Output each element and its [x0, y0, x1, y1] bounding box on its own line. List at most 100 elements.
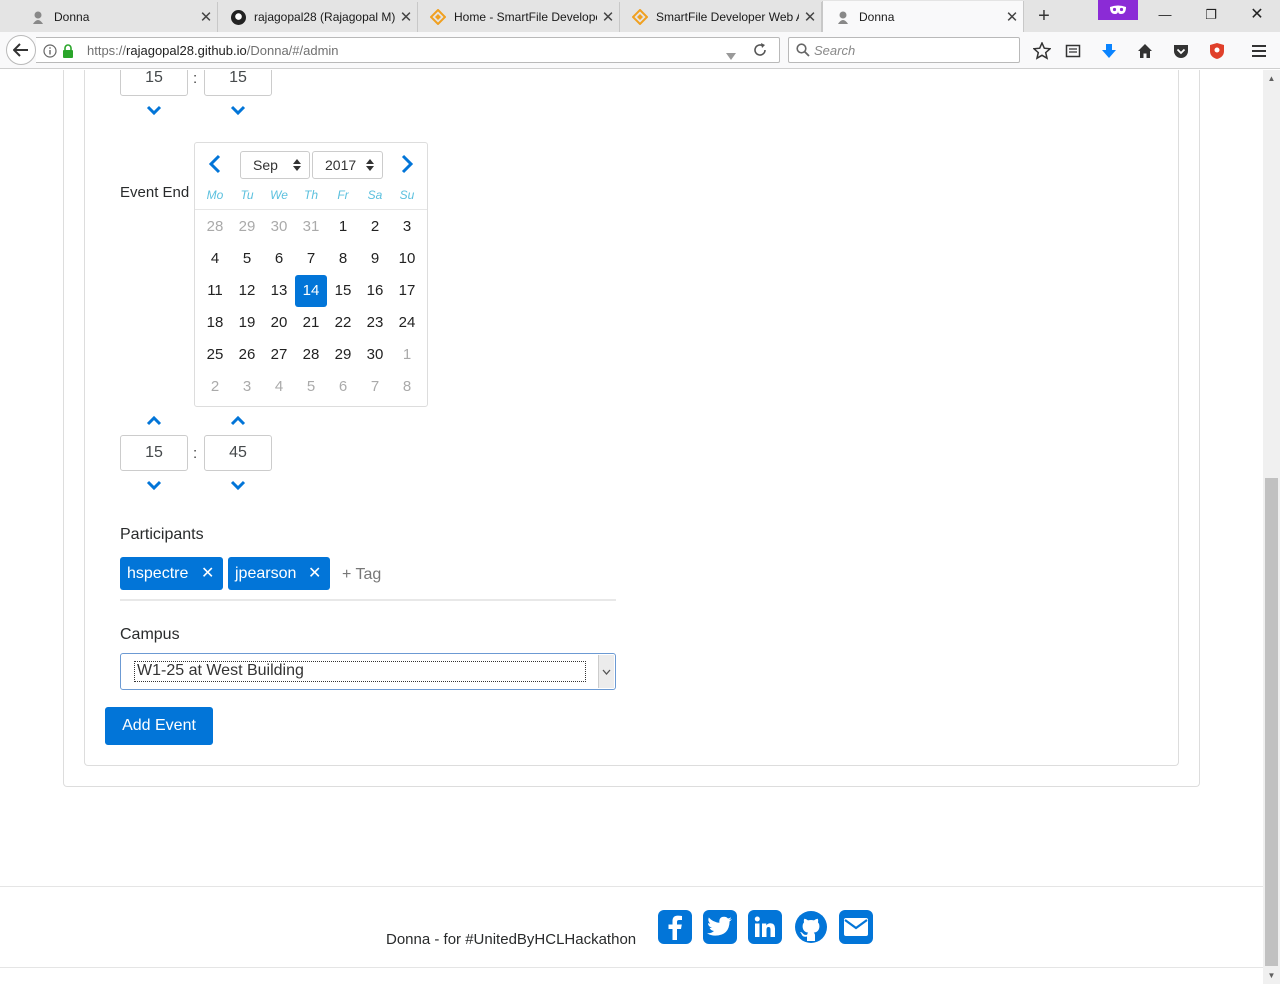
calendar-day[interactable]: 28 [199, 211, 231, 243]
chevron-down-icon[interactable] [230, 104, 246, 116]
calendar-day[interactable]: 4 [199, 243, 231, 275]
calendar-day[interactable]: 17 [391, 275, 423, 307]
calendar-day[interactable]: 28 [295, 339, 327, 371]
calendar-day[interactable]: 9 [359, 243, 391, 275]
calendar-day[interactable]: 5 [231, 243, 263, 275]
close-icon[interactable]: ✕ [1001, 8, 1023, 26]
twitter-icon[interactable] [703, 910, 737, 944]
start-minute-input[interactable]: 15 [204, 70, 272, 96]
calendar-day[interactable]: 24 [391, 307, 423, 339]
month-select[interactable]: Sep [240, 151, 310, 179]
calendar-day[interactable]: 10 [391, 243, 423, 275]
scroll-up-arrow[interactable]: ▲ [1263, 70, 1280, 87]
email-icon[interactable] [839, 910, 873, 944]
calendar-day-selected[interactable]: 14 [295, 275, 327, 307]
linkedin-icon[interactable] [748, 910, 782, 944]
calendar-day[interactable]: 23 [359, 307, 391, 339]
tab-smartfile-home[interactable]: Home - SmartFile Developer ✕ [418, 2, 620, 32]
close-icon[interactable]: ✕ [799, 8, 821, 26]
chevron-up-icon[interactable] [230, 415, 246, 427]
calendar-day[interactable]: 1 [327, 211, 359, 243]
scroll-down-arrow[interactable]: ▼ [1263, 967, 1280, 984]
tag-input[interactable]: + Tag [342, 566, 381, 584]
calendar-day[interactable]: 5 [295, 371, 327, 403]
search-input[interactable]: Search [788, 37, 1020, 63]
scrollbar-thumb[interactable] [1265, 478, 1278, 966]
restore-button[interactable]: ❐ [1188, 0, 1234, 30]
calendar-day[interactable]: 6 [327, 371, 359, 403]
calendar-day[interactable]: 22 [327, 307, 359, 339]
calendar-day[interactable]: 11 [199, 275, 231, 307]
calendar-day[interactable]: 6 [263, 243, 295, 275]
close-icon[interactable]: ✕ [195, 8, 217, 26]
calendar-day[interactable]: 30 [263, 211, 295, 243]
close-icon[interactable]: ✕ [597, 8, 619, 26]
calendar-day[interactable]: 21 [295, 307, 327, 339]
chevron-right-icon[interactable] [395, 153, 417, 175]
calendar-day[interactable]: 4 [263, 371, 295, 403]
url-bar[interactable]: https://rajagopal28.github.io/Donna/#/ad… [36, 37, 780, 63]
chevron-down-icon[interactable] [146, 479, 162, 491]
back-button[interactable] [6, 35, 36, 65]
bookmark-star-icon[interactable] [1031, 40, 1053, 62]
calendar-day[interactable]: 18 [199, 307, 231, 339]
github-icon[interactable] [794, 910, 828, 944]
reload-icon[interactable] [752, 42, 768, 63]
new-tab-button[interactable]: + [1032, 4, 1056, 28]
minimize-button[interactable]: — [1142, 0, 1188, 30]
menu-icon[interactable] [1248, 40, 1270, 62]
chevron-down-icon[interactable] [146, 104, 162, 116]
calendar-day[interactable]: 30 [359, 339, 391, 371]
reading-list-icon[interactable] [1062, 40, 1084, 62]
calendar-day[interactable]: 7 [295, 243, 327, 275]
tab-github[interactable]: rajagopal28 (Rajagopal M) ✕ [218, 2, 418, 32]
chevron-up-icon[interactable] [146, 415, 162, 427]
calendar-day[interactable]: 19 [231, 307, 263, 339]
calendar-day[interactable]: 8 [327, 243, 359, 275]
calendar-day[interactable]: 16 [359, 275, 391, 307]
dropdown-button[interactable] [598, 655, 614, 688]
calendar-day[interactable]: 27 [263, 339, 295, 371]
weekday-header: Th [303, 188, 318, 202]
remove-tag-icon[interactable]: ✕ [201, 557, 214, 590]
start-hour-input[interactable]: 15 [120, 70, 188, 96]
url-text[interactable]: https://rajagopal28.github.io/Donna/#/ad… [87, 43, 339, 58]
chevron-left-icon[interactable] [205, 153, 227, 175]
remove-tag-icon[interactable]: ✕ [308, 557, 321, 590]
calendar-day[interactable]: 25 [199, 339, 231, 371]
calendar-day[interactable]: 26 [231, 339, 263, 371]
year-select[interactable]: 2017 [312, 151, 383, 179]
info-icon[interactable] [43, 44, 57, 63]
calendar-day[interactable]: 29 [327, 339, 359, 371]
close-window-button[interactable]: ✕ [1234, 0, 1280, 30]
chevron-down-icon[interactable] [230, 479, 246, 491]
tab-donna-1[interactable]: Donna ✕ [18, 2, 218, 32]
add-event-button[interactable]: Add Event [105, 707, 213, 745]
tab-donna-active[interactable]: Donna ✕ [822, 1, 1024, 32]
calendar-day[interactable]: 29 [231, 211, 263, 243]
vertical-scrollbar[interactable]: ▲ ▼ [1263, 70, 1280, 984]
download-icon[interactable] [1098, 40, 1120, 62]
shield-icon[interactable] [1206, 40, 1228, 62]
facebook-icon[interactable] [658, 910, 692, 944]
calendar-day[interactable]: 3 [231, 371, 263, 403]
campus-select[interactable]: W1-25 at West Building [120, 653, 616, 690]
calendar-day[interactable]: 8 [391, 371, 423, 403]
calendar-day[interactable]: 2 [359, 211, 391, 243]
calendar-day[interactable]: 20 [263, 307, 295, 339]
calendar-day[interactable]: 7 [359, 371, 391, 403]
calendar-day[interactable]: 2 [199, 371, 231, 403]
calendar-day[interactable]: 31 [295, 211, 327, 243]
end-hour-input[interactable]: 15 [120, 435, 188, 471]
close-icon[interactable]: ✕ [395, 8, 417, 26]
pocket-icon[interactable] [1170, 40, 1192, 62]
calendar-day[interactable]: 13 [263, 275, 295, 307]
end-minute-input[interactable]: 45 [204, 435, 272, 471]
calendar-day[interactable]: 3 [391, 211, 423, 243]
tab-smartfile-web[interactable]: SmartFile Developer Web A ✕ [620, 2, 822, 32]
home-icon[interactable] [1134, 40, 1156, 62]
calendar-day[interactable]: 1 [391, 339, 423, 371]
dropdown-arrow-icon[interactable] [726, 47, 736, 65]
calendar-day[interactable]: 12 [231, 275, 263, 307]
calendar-day[interactable]: 15 [327, 275, 359, 307]
